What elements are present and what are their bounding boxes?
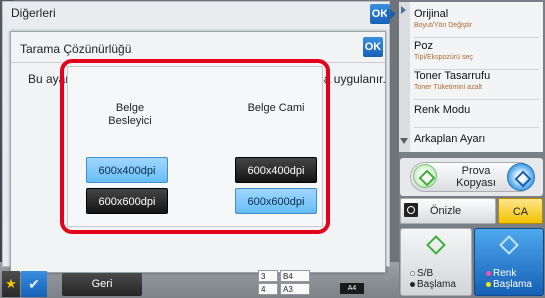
paper-tray-indicator: 3 B4 4 A3 A4 [258,270,364,296]
preview-icon [404,203,418,217]
clear-all-button[interactable]: CA [498,198,543,224]
document-glass-heading: Belge Cami [247,102,305,114]
color-start-line1: Renk [493,268,517,279]
tray-number: 4 [258,283,278,295]
proof-copy-label: Prova Kopyası [456,165,496,189]
scan-resolution-ok-button[interactable]: OK [363,37,383,57]
feeder-600x600-button[interactable]: 600x600dpi [86,188,168,214]
menu-item-toner-save[interactable]: Toner Tasarrufu Toner Tüketimini azalt [414,70,539,100]
menu-item-exposure[interactable]: Poz Tipi/Ekspozürü seç [414,40,539,70]
feeder-600x400-button[interactable]: 600x400dpi [86,157,168,183]
menu-item-label: Arkaplan Ayarı [414,133,486,145]
scroll-down-icon[interactable] [400,138,408,144]
tray-size: B4 [280,270,310,282]
proof-copy-color-icon[interactable] [507,163,535,191]
color-start-label: Renk Başlama [486,268,532,290]
scroll-arrow-icon[interactable] [401,6,406,14]
menu-item-label: Toner Tasarrufu [414,70,491,82]
selected-paper-size: A4 [340,283,364,294]
menu-scrollbar[interactable] [399,2,410,152]
checkmark-icon[interactable]: ✔ [21,271,47,297]
back-button[interactable]: Geri [62,273,142,296]
color-start-line2: Başlama [493,279,532,290]
menu-item-label: Renk Modu [414,104,471,116]
glass-600x400-button[interactable]: 600x400dpi [235,157,317,183]
others-dialog-title: Diğerleri [11,6,56,20]
menu-item-label: Orijinal [414,8,449,20]
function-menu: Orijinal Boyut/Yön Değiştir Poz Tipi/Eks… [410,2,543,152]
bw-start-label: S/B Başlama [410,268,456,290]
tray-number: 3 [258,270,278,282]
menu-item-color-mode[interactable]: Renk Modu [414,102,539,128]
menu-item-original[interactable]: Orijinal Boyut/Yön Değiştir [414,8,539,38]
menu-item-background[interactable]: Arkaplan Ayarı [414,130,539,152]
tray-size: A3 [280,283,310,295]
bw-start-line2: Başlama [417,279,456,290]
star-icon[interactable]: ★ [2,271,20,297]
bw-start-line1: S/B [417,268,434,279]
document-feeder-heading: Belge Besleyici [108,102,152,127]
menu-item-sublabel: Toner Tüketimini azalt [414,84,482,91]
preview-label: Önizle [430,205,462,217]
proof-copy-bw-icon[interactable] [413,164,437,188]
menu-item-sublabel: Boyut/Yön Değiştir [414,22,472,29]
menu-item-label: Poz [414,40,433,52]
menu-item-sublabel: Tipi/Ekspozürü seç [414,54,473,61]
bottom-bar: ★ ✔ Geri [2,271,202,297]
scan-resolution-title: Tarama Çözünürlüğü [20,42,132,56]
expand-arrow-icon[interactable] [387,9,396,19]
glass-600x600-button[interactable]: 600x600dpi [235,188,317,214]
